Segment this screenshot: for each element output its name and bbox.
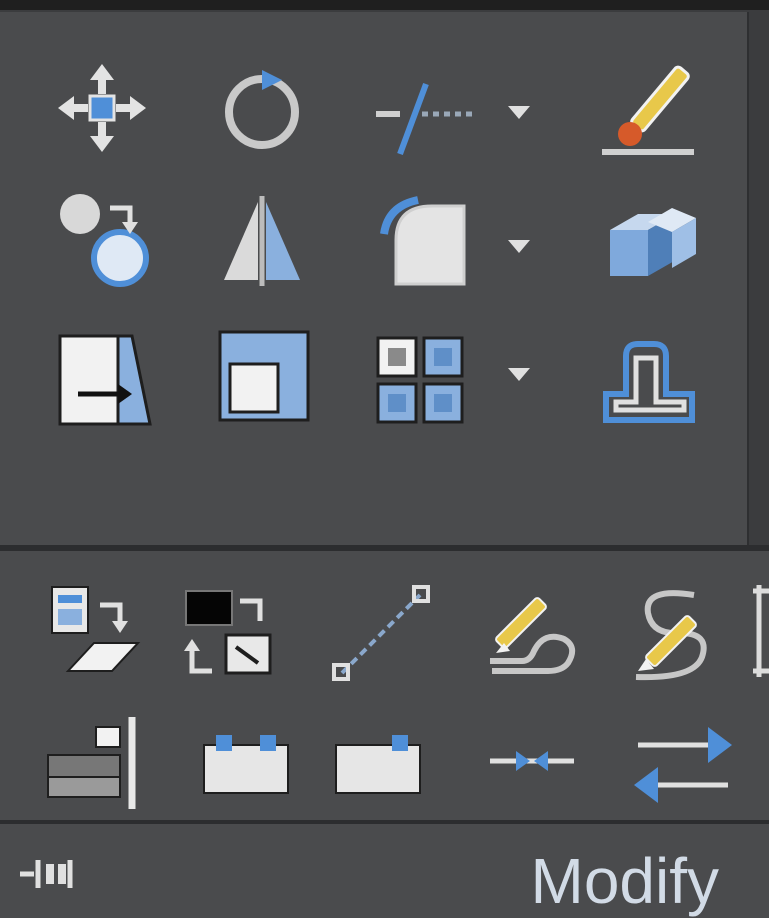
modify-panel-main <box>0 10 769 545</box>
copy-clip-tool-button[interactable] <box>44 581 144 681</box>
edit-polyline-tool-button[interactable] <box>482 589 592 689</box>
align-icon <box>47 717 136 809</box>
copy-tool-button[interactable] <box>50 184 160 294</box>
lengthen-icon <box>490 751 574 771</box>
break-tool-button[interactable] <box>196 723 296 803</box>
solid-editing-icon <box>610 208 696 276</box>
array-icon <box>376 336 464 424</box>
mirror-icon <box>224 196 300 286</box>
reverse-icon <box>634 727 732 803</box>
trim-dropdown-arrow[interactable] <box>508 106 530 125</box>
stretch-icon <box>58 334 152 426</box>
copy-clip-icon <box>51 586 141 672</box>
fillet-icon <box>380 196 466 286</box>
pin-icon[interactable] <box>18 854 98 899</box>
mirror-tool-button[interactable] <box>212 190 312 290</box>
offset-tool-button[interactable] <box>596 334 700 434</box>
solid-editing-tool-button[interactable] <box>598 196 704 286</box>
chevron-down-icon <box>508 106 530 119</box>
align-tool-button[interactable] <box>42 713 146 813</box>
erase-tool-button[interactable] <box>598 56 708 166</box>
scale-icon <box>218 330 310 422</box>
erase-icon <box>602 65 694 155</box>
modify-panel-expanded <box>0 551 769 820</box>
join-tool-button[interactable] <box>328 723 428 803</box>
panel-title[interactable]: Modify <box>531 844 720 918</box>
draworder-tool-button[interactable] <box>180 583 280 683</box>
fillet-tool-button[interactable] <box>372 192 472 292</box>
join-icon <box>335 735 421 794</box>
fillet-dropdown-arrow[interactable] <box>508 240 530 259</box>
reverse-tool-button[interactable] <box>628 713 738 813</box>
move-tool-button[interactable] <box>52 58 152 158</box>
offset-icon <box>603 341 695 423</box>
trim-icon <box>376 82 474 156</box>
copy-icon <box>60 194 149 287</box>
edit-spline-tool-button[interactable] <box>622 581 722 691</box>
panel-right-rail <box>747 12 769 545</box>
stretch-tool-button[interactable] <box>52 328 156 432</box>
draworder-icon <box>184 590 272 675</box>
partial-tool-edge[interactable] <box>753 585 769 677</box>
lengthen-tool-button[interactable] <box>484 731 580 791</box>
rotate-icon <box>225 70 299 149</box>
trim-tool-button[interactable] <box>370 62 480 162</box>
break-at-point-tool-button[interactable] <box>326 579 436 689</box>
scale-tool-button[interactable] <box>216 328 312 424</box>
chevron-down-icon <box>508 368 530 381</box>
panel-footer: Modify <box>0 820 769 918</box>
edit-spline-icon <box>635 590 707 681</box>
array-dropdown-arrow[interactable] <box>508 368 530 387</box>
array-tool-button[interactable] <box>370 330 470 430</box>
rotate-tool-button[interactable] <box>212 58 312 158</box>
move-icon <box>58 64 146 152</box>
chevron-down-icon <box>508 240 530 253</box>
break-at-point-icon <box>332 585 430 681</box>
edit-polyline-icon <box>490 597 576 674</box>
break-icon <box>203 735 289 794</box>
